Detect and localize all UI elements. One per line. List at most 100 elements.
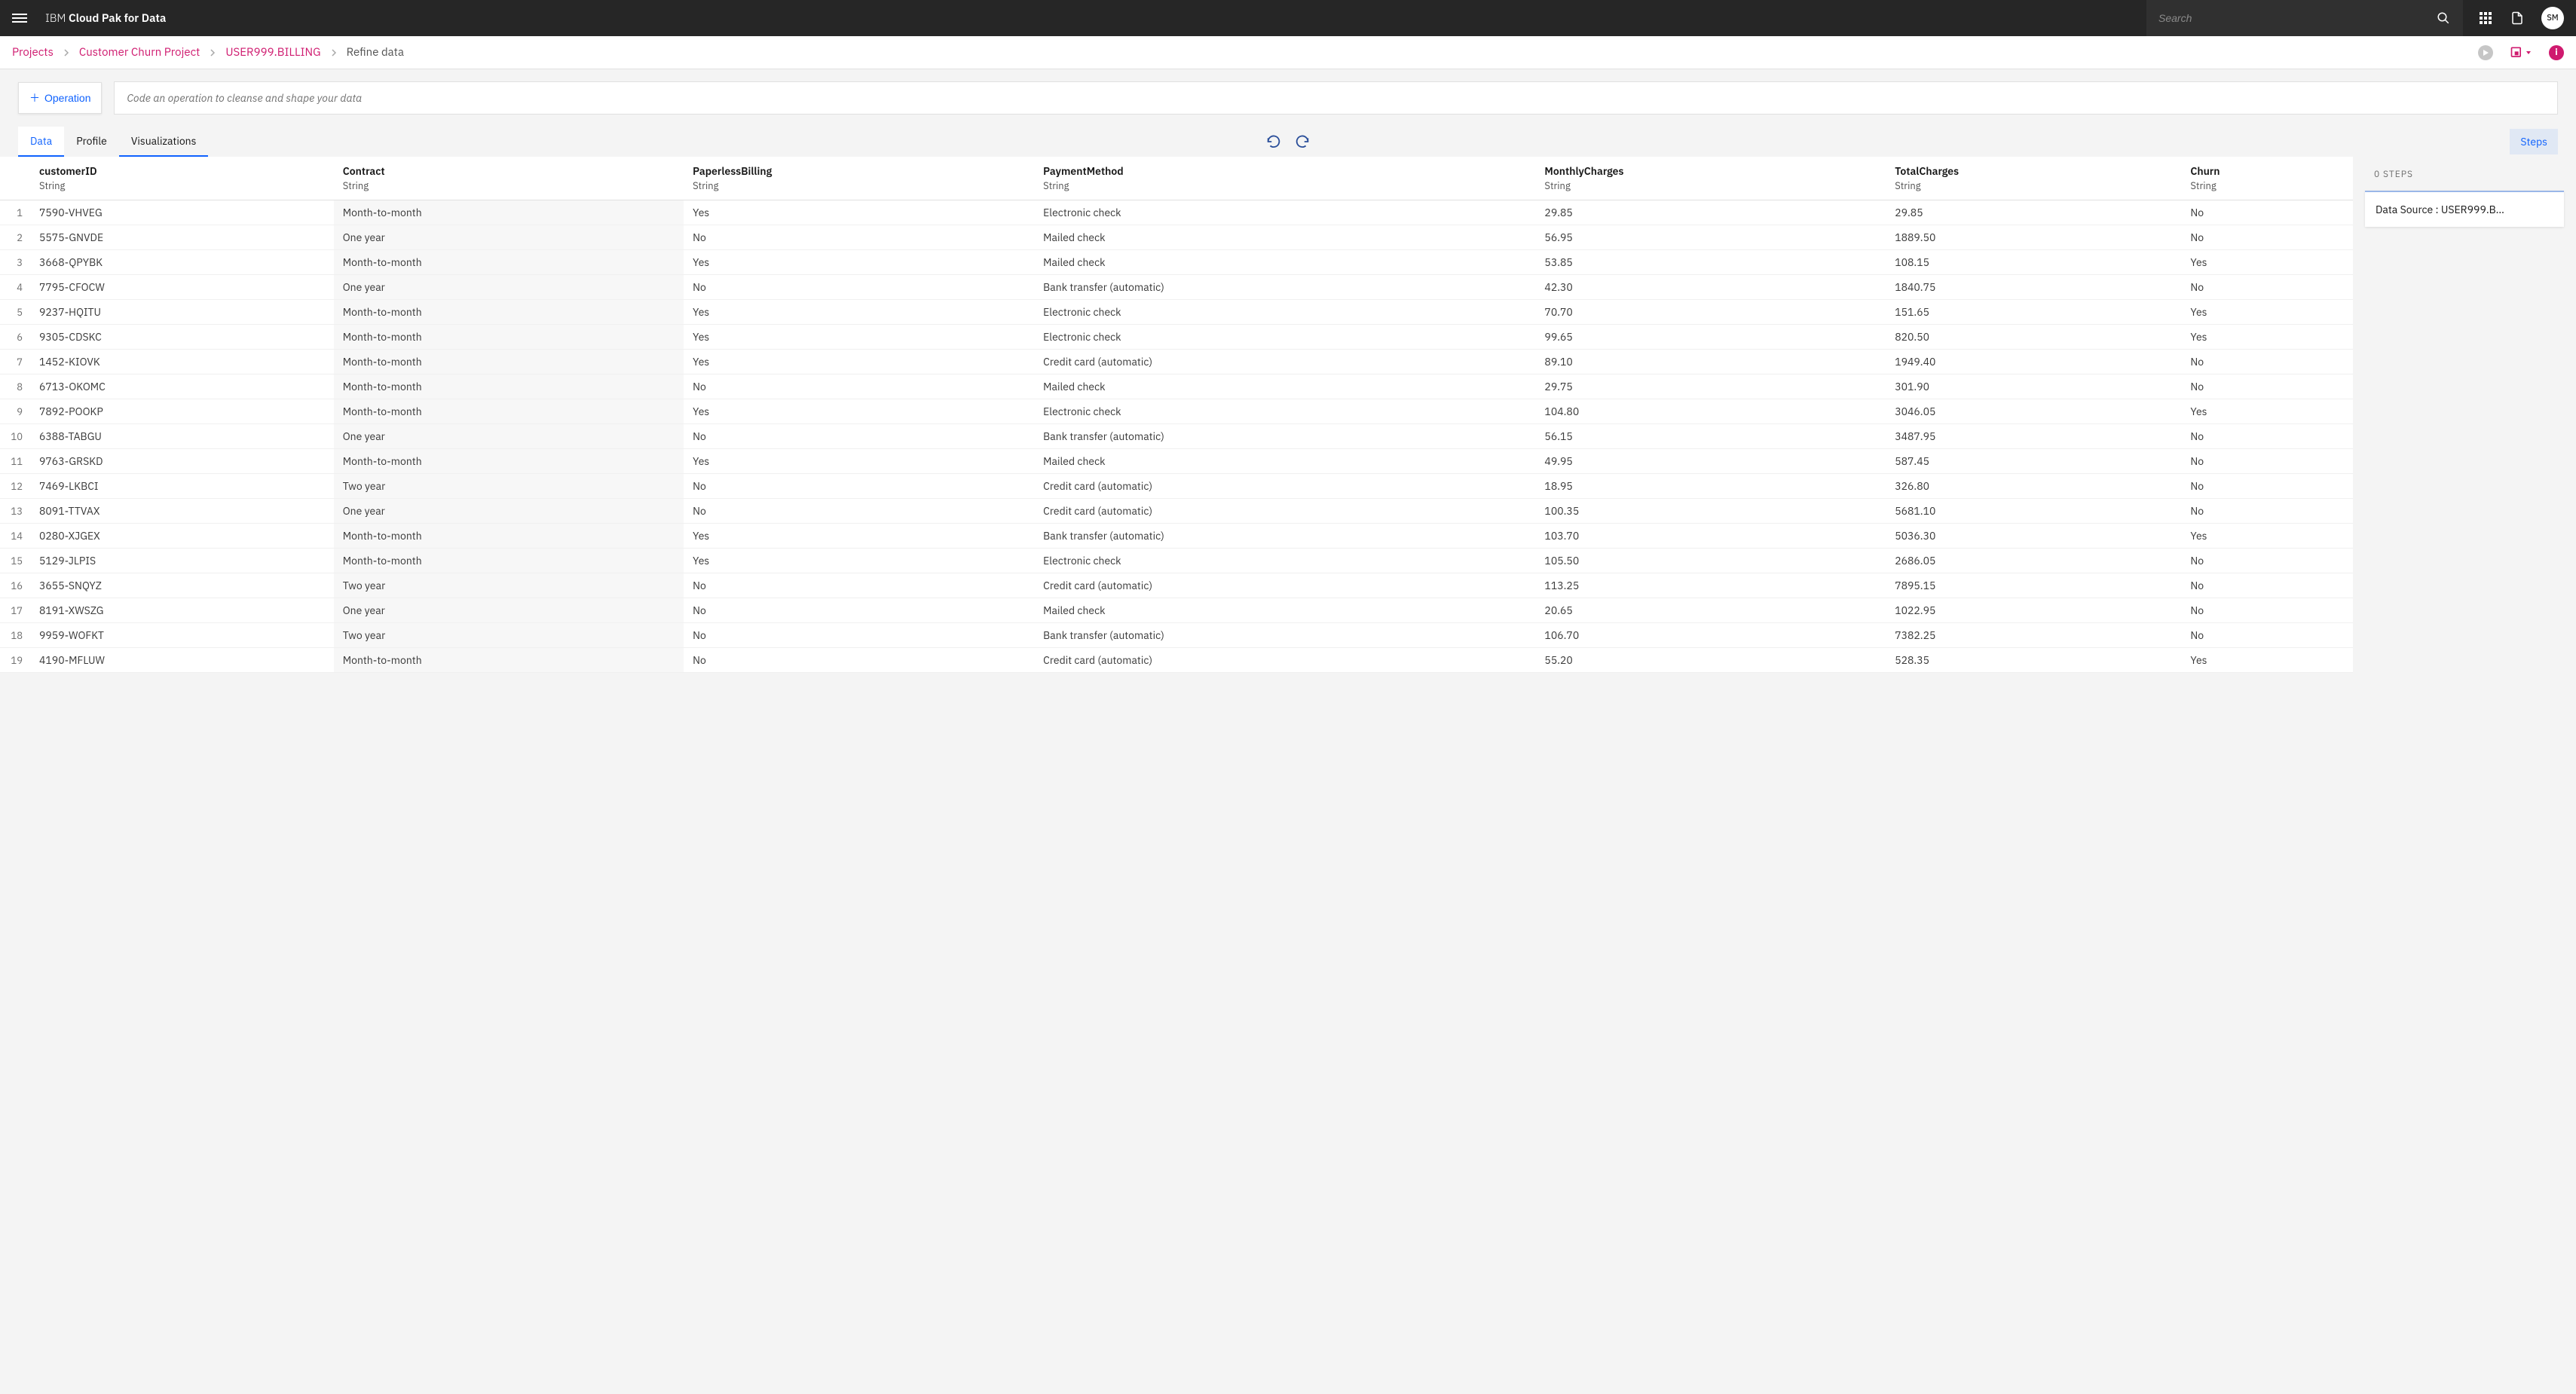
cell[interactable]: 587.45 bbox=[1886, 449, 2181, 474]
cell[interactable]: 3668-QPYBK bbox=[30, 250, 334, 275]
cell[interactable]: 9959-WOFKT bbox=[30, 623, 334, 648]
cell[interactable]: 1889.50 bbox=[1886, 225, 2181, 250]
cell[interactable]: Bank transfer (automatic) bbox=[1034, 424, 1535, 449]
column-header[interactable]: ContractString bbox=[334, 157, 684, 200]
cell[interactable]: 3655-SNQYZ bbox=[30, 573, 334, 598]
cell[interactable]: Yes bbox=[684, 524, 1034, 549]
cell[interactable]: 113.25 bbox=[1535, 573, 1886, 598]
cell[interactable]: Yes bbox=[684, 350, 1034, 374]
cell[interactable]: No bbox=[684, 598, 1034, 623]
cell[interactable]: Credit card (automatic) bbox=[1034, 350, 1535, 374]
table-row[interactable]: 106388-TABGUOne yearNoBank transfer (aut… bbox=[0, 424, 2353, 449]
table-row[interactable]: 86713-OKOMCMonth-to-monthNoMailed check2… bbox=[0, 374, 2353, 399]
column-header[interactable]: MonthlyChargesString bbox=[1535, 157, 1886, 200]
table-row[interactable]: 138091-TTVAXOne yearNoCredit card (autom… bbox=[0, 499, 2353, 524]
cell[interactable]: 8191-XWSZG bbox=[30, 598, 334, 623]
steps-toggle[interactable]: Steps bbox=[2510, 129, 2558, 154]
cell[interactable]: 5036.30 bbox=[1886, 524, 2181, 549]
cell[interactable]: Credit card (automatic) bbox=[1034, 648, 1535, 673]
cell[interactable]: Month-to-month bbox=[334, 648, 684, 673]
step-item-data-source[interactable]: Data Source : USER999.B… bbox=[2365, 191, 2564, 227]
cell[interactable]: 89.10 bbox=[1535, 350, 1886, 374]
cell[interactable]: 42.30 bbox=[1535, 275, 1886, 300]
cell[interactable]: No bbox=[2181, 573, 2353, 598]
cell[interactable]: Month-to-month bbox=[334, 399, 684, 424]
cell[interactable]: Credit card (automatic) bbox=[1034, 499, 1535, 524]
cell[interactable]: No bbox=[684, 275, 1034, 300]
cell[interactable]: Electronic check bbox=[1034, 300, 1535, 325]
search-icon[interactable] bbox=[2436, 11, 2451, 26]
cell[interactable]: Yes bbox=[2181, 300, 2353, 325]
cell[interactable]: No bbox=[2181, 374, 2353, 399]
cell[interactable]: Month-to-month bbox=[334, 350, 684, 374]
cell[interactable]: 8091-TTVAX bbox=[30, 499, 334, 524]
cell[interactable]: Month-to-month bbox=[334, 325, 684, 350]
cell[interactable]: 5129-JLPIS bbox=[30, 549, 334, 573]
table-row[interactable]: 163655-SNQYZTwo yearNoCredit card (autom… bbox=[0, 573, 2353, 598]
table-row[interactable]: 25575-GNVDEOne yearNoMailed check56.9518… bbox=[0, 225, 2353, 250]
cell[interactable]: No bbox=[2181, 449, 2353, 474]
cell[interactable]: One year bbox=[334, 225, 684, 250]
cell[interactable]: 7382.25 bbox=[1886, 623, 2181, 648]
cell[interactable]: 1452-KIOVK bbox=[30, 350, 334, 374]
cell[interactable]: 5681.10 bbox=[1886, 499, 2181, 524]
cell[interactable]: Month-to-month bbox=[334, 374, 684, 399]
search-input[interactable] bbox=[2158, 12, 2436, 24]
cell[interactable]: Yes bbox=[684, 300, 1034, 325]
cell[interactable]: 53.85 bbox=[1535, 250, 1886, 275]
cell[interactable]: Electronic check bbox=[1034, 325, 1535, 350]
add-operation-button[interactable]: ＋ Operation bbox=[18, 82, 102, 114]
table-row[interactable]: 69305-CDSKCMonth-to-monthYesElectronic c… bbox=[0, 325, 2353, 350]
column-header[interactable]: ChurnString bbox=[2181, 157, 2353, 200]
cell[interactable]: 55.20 bbox=[1535, 648, 1886, 673]
cell[interactable]: No bbox=[684, 225, 1034, 250]
cell[interactable]: 326.80 bbox=[1886, 474, 2181, 499]
cell[interactable]: 9763-GRSKD bbox=[30, 449, 334, 474]
breadcrumb-link[interactable]: Customer Churn Project bbox=[79, 45, 200, 60]
cell[interactable]: One year bbox=[334, 424, 684, 449]
cell[interactable]: Mailed check bbox=[1034, 374, 1535, 399]
column-header[interactable]: customerIDString bbox=[30, 157, 334, 200]
cell[interactable]: 9237-HQITU bbox=[30, 300, 334, 325]
table-row[interactable]: 97892-POOKPMonth-to-monthYesElectronic c… bbox=[0, 399, 2353, 424]
cell[interactable]: 104.80 bbox=[1535, 399, 1886, 424]
cell[interactable]: 528.35 bbox=[1886, 648, 2181, 673]
cell[interactable]: Yes bbox=[2181, 399, 2353, 424]
run-button[interactable] bbox=[2478, 45, 2493, 60]
cell[interactable]: Yes bbox=[684, 325, 1034, 350]
cell[interactable]: Yes bbox=[2181, 250, 2353, 275]
cell[interactable]: 2686.05 bbox=[1886, 549, 2181, 573]
cell[interactable]: Mailed check bbox=[1034, 250, 1535, 275]
cell[interactable]: No bbox=[2181, 623, 2353, 648]
cell[interactable]: No bbox=[2181, 499, 2353, 524]
cell[interactable]: 56.95 bbox=[1535, 225, 1886, 250]
cell[interactable]: 56.15 bbox=[1535, 424, 1886, 449]
table-row[interactable]: 119763-GRSKDMonth-to-monthYesMailed chec… bbox=[0, 449, 2353, 474]
breadcrumb-link[interactable]: Projects bbox=[12, 45, 54, 60]
cell[interactable]: Two year bbox=[334, 474, 684, 499]
column-header[interactable]: PaperlessBillingString bbox=[684, 157, 1034, 200]
cell[interactable]: 29.85 bbox=[1535, 200, 1886, 225]
export-button[interactable] bbox=[2510, 45, 2532, 60]
cell[interactable]: Yes bbox=[2181, 648, 2353, 673]
avatar[interactable]: SM bbox=[2541, 7, 2564, 29]
table-row[interactable]: 178191-XWSZGOne yearNoMailed check20.651… bbox=[0, 598, 2353, 623]
table-row[interactable]: 59237-HQITUMonth-to-monthYesElectronic c… bbox=[0, 300, 2353, 325]
cell[interactable]: 3487.95 bbox=[1886, 424, 2181, 449]
cell[interactable]: 70.70 bbox=[1535, 300, 1886, 325]
table-row[interactable]: 140280-XJGEXMonth-to-monthYesBank transf… bbox=[0, 524, 2353, 549]
cell[interactable]: Yes bbox=[2181, 325, 2353, 350]
cell[interactable]: 18.95 bbox=[1535, 474, 1886, 499]
cell[interactable]: No bbox=[684, 374, 1034, 399]
cell[interactable]: Credit card (automatic) bbox=[1034, 474, 1535, 499]
table-row[interactable]: 155129-JLPISMonth-to-monthYesElectronic … bbox=[0, 549, 2353, 573]
cell[interactable]: Mailed check bbox=[1034, 598, 1535, 623]
redo-icon[interactable] bbox=[1294, 133, 1311, 150]
cell[interactable]: 151.65 bbox=[1886, 300, 2181, 325]
cell[interactable]: No bbox=[2181, 474, 2353, 499]
cell[interactable]: 20.65 bbox=[1535, 598, 1886, 623]
cell[interactable]: Bank transfer (automatic) bbox=[1034, 275, 1535, 300]
cell[interactable]: Month-to-month bbox=[334, 300, 684, 325]
cell[interactable]: 105.50 bbox=[1535, 549, 1886, 573]
cell[interactable]: 5575-GNVDE bbox=[30, 225, 334, 250]
